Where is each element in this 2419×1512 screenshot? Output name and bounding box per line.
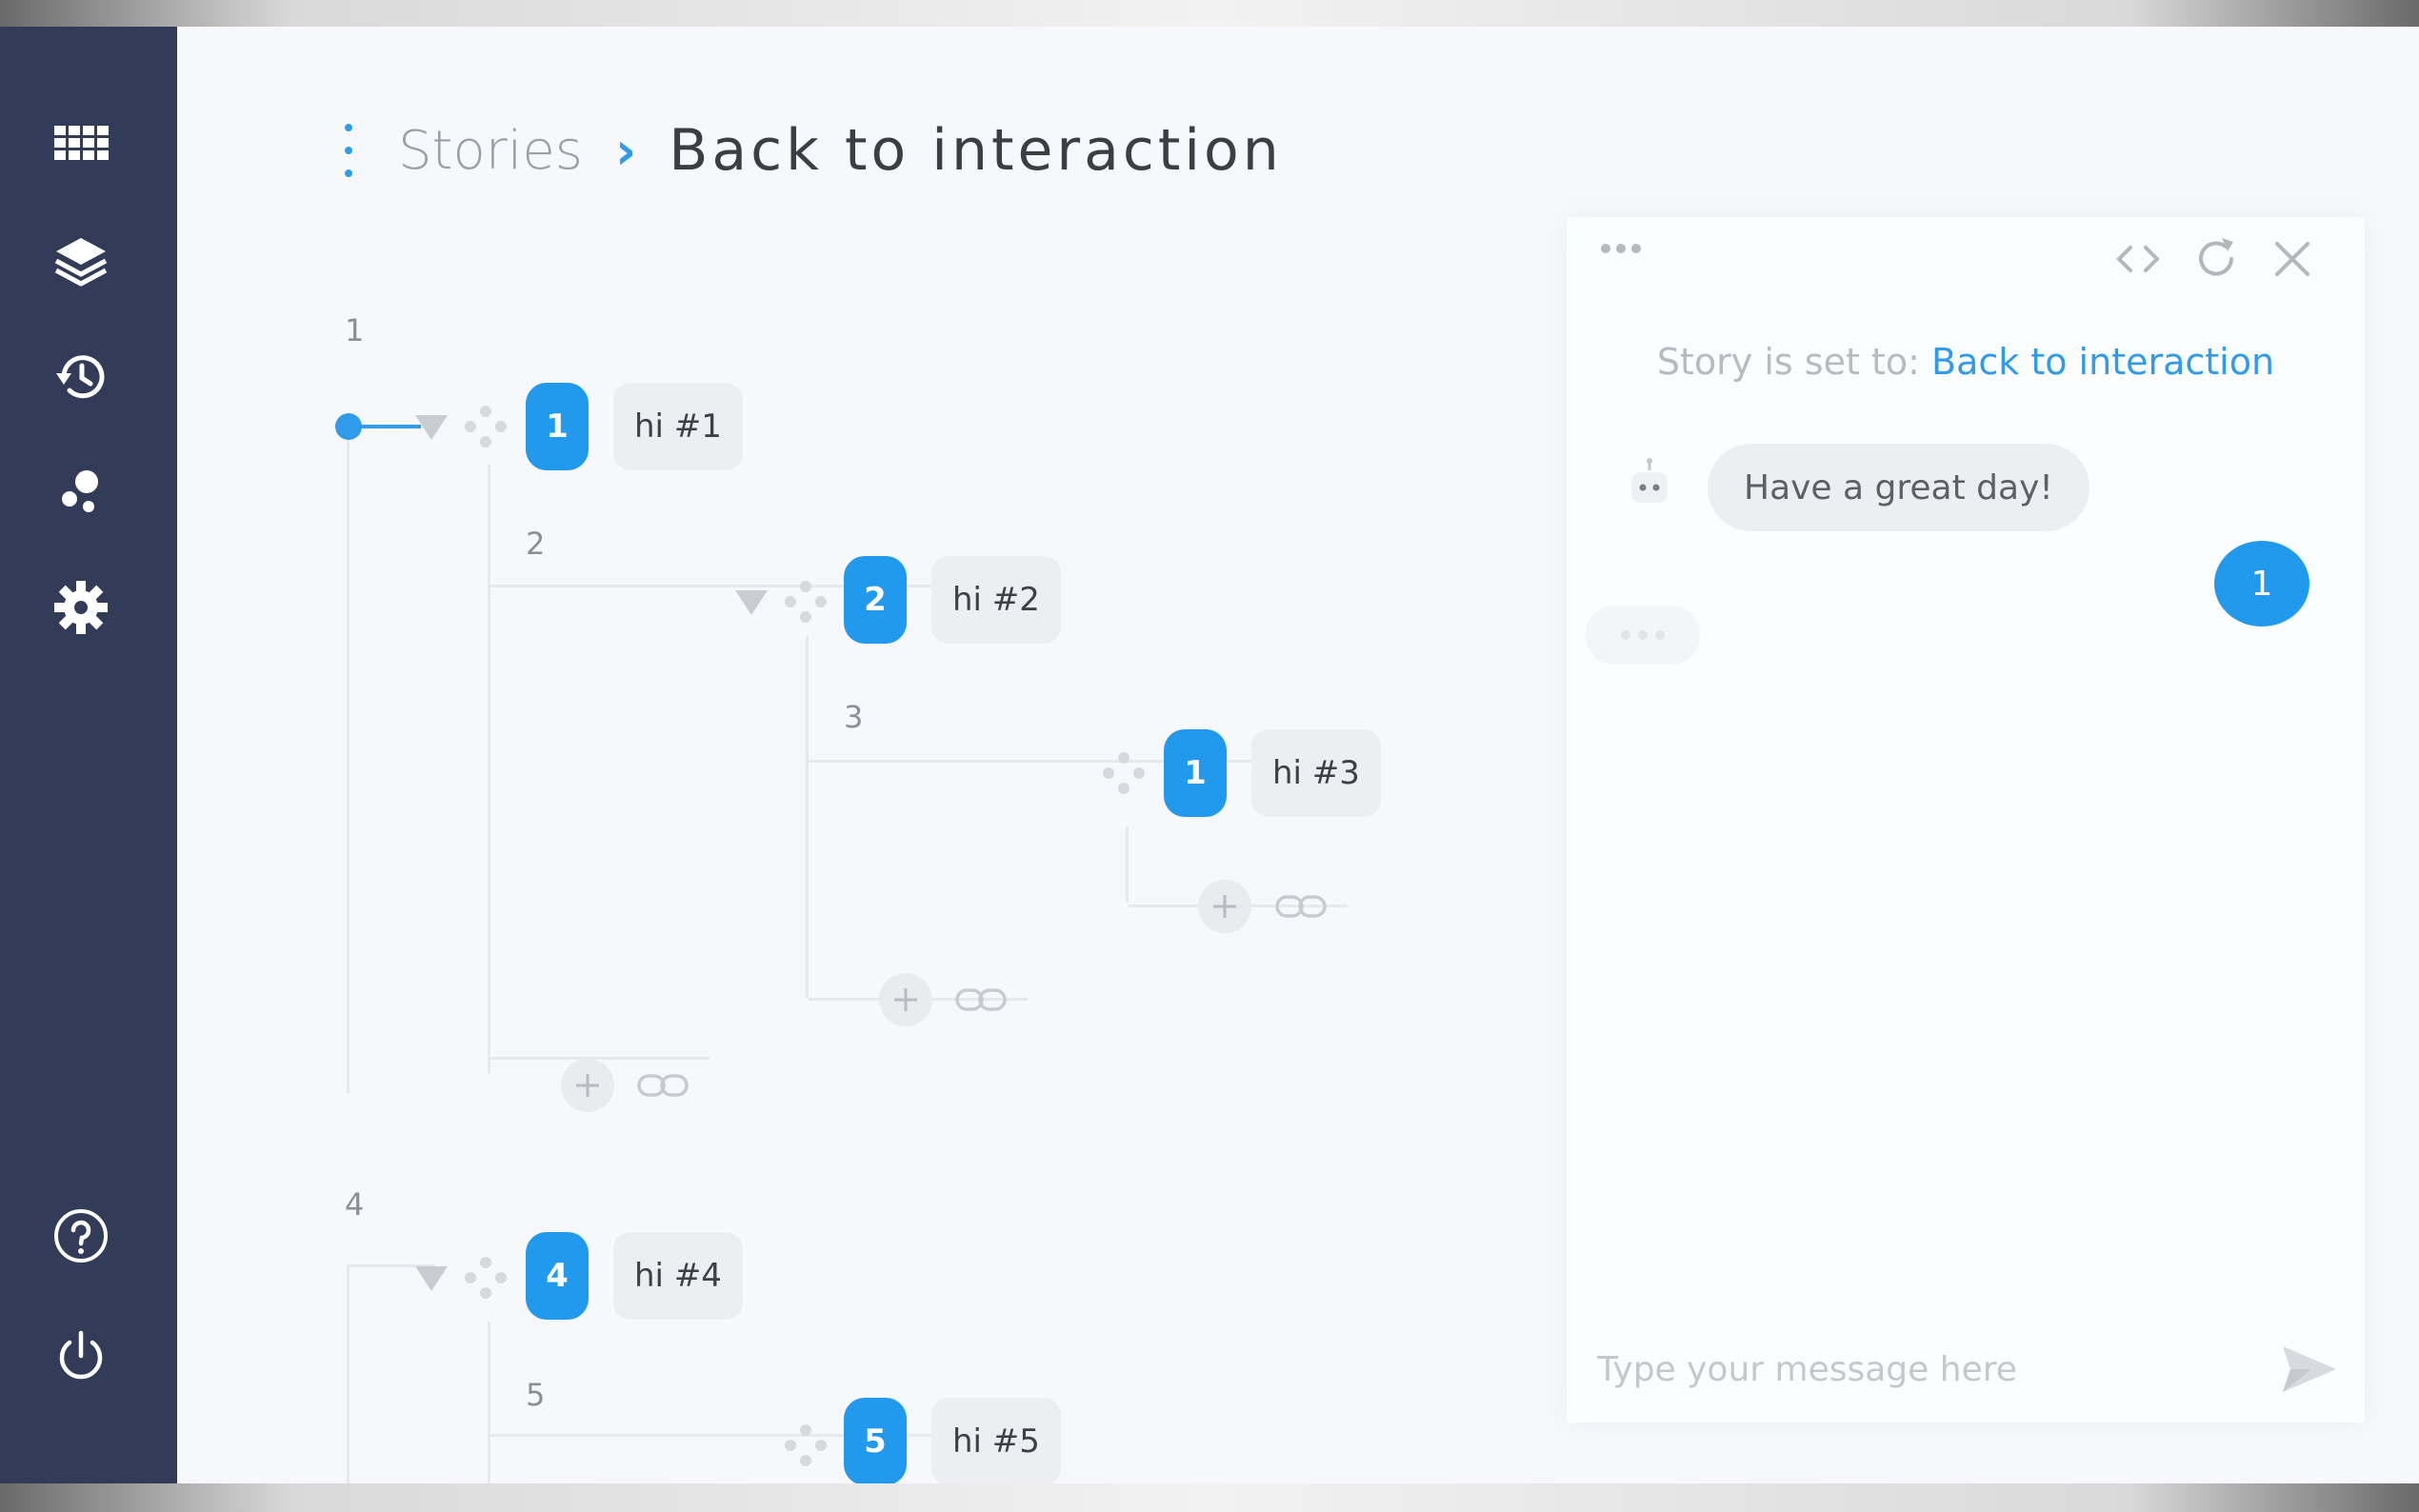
bot-message-bubble: Have a great day! <box>1708 444 2089 531</box>
sidebar-item-layers[interactable] <box>50 230 111 291</box>
add-node-button[interactable] <box>879 973 932 1026</box>
sidebar-item-history[interactable] <box>50 347 111 408</box>
node-intent-pill[interactable]: hi #3 <box>1251 729 1381 817</box>
tree-line <box>1126 826 1129 903</box>
history-icon <box>56 355 105 399</box>
sidebar-item-logout[interactable] <box>50 1325 111 1386</box>
move-handle-icon[interactable] <box>463 1255 509 1301</box>
move-handle-icon[interactable] <box>783 579 829 625</box>
bot-avatar-icon <box>1631 458 1668 503</box>
help-icon <box>54 1209 108 1263</box>
link-icon[interactable] <box>1274 887 1328 925</box>
sidebar-item-apps[interactable] <box>50 116 111 177</box>
typing-indicator <box>1586 606 1700 665</box>
depth-label: 1 <box>345 312 365 348</box>
depth-label: 3 <box>844 699 864 735</box>
add-node-button[interactable] <box>1198 880 1251 933</box>
node-intent-pill[interactable]: hi #5 <box>931 1398 1061 1483</box>
collapse-triangle-icon[interactable] <box>415 1266 448 1291</box>
plus-icon <box>576 1074 599 1097</box>
sidebar-item-analytics[interactable] <box>50 461 111 522</box>
sidebar <box>0 27 177 1483</box>
plus-icon <box>1213 895 1236 918</box>
node-badge[interactable]: 1 <box>1164 729 1227 817</box>
window-top-bezel <box>0 0 2419 27</box>
node-badge[interactable]: 5 <box>844 1398 907 1483</box>
bubbles-icon <box>62 470 98 512</box>
user-message-bubble: 1 <box>2214 541 2309 627</box>
move-handle-icon[interactable] <box>783 1422 829 1468</box>
story-tree: 1 1 hi #1 2 2 hi #2 3 1 hi #3 4 4 hi #4 … <box>177 27 1510 1483</box>
depth-label: 5 <box>526 1377 546 1413</box>
node-badge[interactable]: 4 <box>526 1232 589 1320</box>
link-icon[interactable] <box>636 1066 690 1104</box>
node-badge[interactable]: 2 <box>844 556 907 644</box>
message-input[interactable] <box>1597 1341 2245 1398</box>
layers-icon <box>54 238 108 287</box>
depth-label: 4 <box>345 1186 365 1223</box>
story-set-notice: Story is set to: Back to interaction <box>1567 341 2365 383</box>
node-intent-pill[interactable]: hi #1 <box>613 383 743 470</box>
node-intent-pill[interactable]: hi #4 <box>613 1232 743 1320</box>
grid-icon <box>54 126 109 160</box>
collapse-triangle-icon[interactable] <box>735 590 768 615</box>
tree-line <box>490 1057 710 1060</box>
depth-label: 2 <box>526 526 546 562</box>
tree-line <box>806 636 809 998</box>
plus-icon <box>894 988 917 1011</box>
chat-panel: Story is set to: Back to interaction Hav… <box>1567 217 2365 1422</box>
gear-icon <box>54 581 108 634</box>
sidebar-item-help[interactable] <box>50 1205 111 1266</box>
link-icon[interactable] <box>954 981 1008 1019</box>
code-icon[interactable] <box>2108 229 2169 289</box>
move-handle-icon[interactable] <box>463 404 509 449</box>
tree-line-active <box>354 425 421 428</box>
sidebar-item-settings[interactable] <box>50 577 111 638</box>
main-area: Stories › Back to interaction 1 1 hi #1 … <box>177 27 2419 1483</box>
node-intent-pill[interactable]: hi #2 <box>931 556 1061 644</box>
more-options-icon[interactable] <box>1601 244 1641 253</box>
send-icon[interactable] <box>2279 1341 2340 1398</box>
tree-line <box>488 465 490 1074</box>
node-badge[interactable]: 1 <box>526 383 589 470</box>
move-handle-icon[interactable] <box>1101 750 1147 796</box>
window-bottom-bezel <box>0 1483 2419 1512</box>
power-icon <box>59 1330 103 1380</box>
tree-line <box>347 1264 350 1483</box>
tree-line <box>347 427 350 1093</box>
refresh-icon[interactable] <box>2186 229 2247 289</box>
collapse-triangle-icon[interactable] <box>415 415 448 440</box>
add-node-button[interactable] <box>561 1059 614 1112</box>
tree-line <box>488 1322 490 1483</box>
story-set-prefix: Story is set to: <box>1656 341 1931 383</box>
close-icon[interactable] <box>2262 229 2323 289</box>
story-set-link[interactable]: Back to interaction <box>1931 341 2274 383</box>
